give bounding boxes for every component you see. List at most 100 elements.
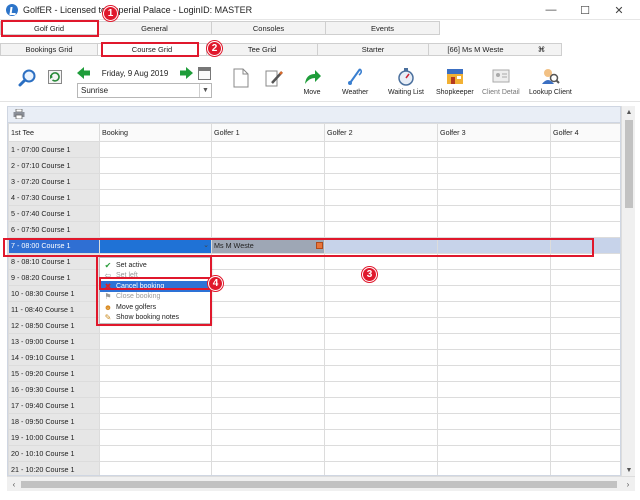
calendar-icon[interactable] bbox=[198, 66, 211, 80]
golfer-4-cell[interactable] bbox=[550, 205, 620, 222]
tee-time-cell[interactable]: 13 - 09:00 Course 1 bbox=[8, 333, 100, 350]
tee-time-cell[interactable]: 17 - 09:40 Course 1 bbox=[8, 397, 100, 414]
booking-cell[interactable] bbox=[99, 173, 212, 190]
context-menu-item-set-active[interactable]: ✔ Set active bbox=[100, 260, 210, 271]
tab-close-icon[interactable]: ⌘ bbox=[522, 43, 562, 56]
column-header-golfer-1[interactable]: Golfer 1 bbox=[211, 123, 325, 142]
golfer-2-cell[interactable] bbox=[324, 429, 438, 446]
golfer-1-cell[interactable] bbox=[211, 157, 325, 174]
golfer-2-cell[interactable] bbox=[324, 237, 438, 254]
golfer-2-cell[interactable] bbox=[324, 461, 438, 475]
golfer-4-cell[interactable] bbox=[550, 189, 620, 206]
grid-row[interactable]: 3 - 07:20 Course 1 bbox=[8, 173, 620, 190]
tee-time-cell[interactable]: 6 - 07:50 Course 1 bbox=[8, 221, 100, 238]
golfer-3-cell[interactable] bbox=[437, 429, 551, 446]
tee-time-cell[interactable]: 15 - 09:20 Course 1 bbox=[8, 365, 100, 382]
tab-starter[interactable]: Starter bbox=[317, 43, 429, 56]
golfer-3-cell[interactable] bbox=[437, 141, 551, 158]
golfer-1-cell[interactable] bbox=[211, 445, 325, 462]
tee-time-cell[interactable]: 7 - 08:00 Course 1 bbox=[8, 237, 100, 254]
tab-course-grid[interactable]: Course Grid bbox=[97, 43, 207, 56]
chevron-down-icon[interactable]: ⌄ bbox=[203, 241, 209, 249]
tab-consoles[interactable]: Consoles bbox=[211, 21, 326, 35]
grid-row[interactable]: 4 - 07:30 Course 1 bbox=[8, 189, 620, 206]
golfer-4-cell[interactable] bbox=[550, 397, 620, 414]
golfer-4-cell[interactable] bbox=[550, 317, 620, 334]
golfer-3-cell[interactable] bbox=[437, 205, 551, 222]
tee-time-cell[interactable]: 5 - 07:40 Course 1 bbox=[8, 205, 100, 222]
minimize-button[interactable]: — bbox=[534, 0, 568, 20]
waiting-list-button[interactable]: Waiting List bbox=[388, 66, 424, 96]
scroll-up-icon[interactable]: ▲ bbox=[622, 106, 636, 118]
horizontal-scrollbar[interactable]: ‹ › bbox=[7, 476, 635, 491]
booking-cell[interactable] bbox=[99, 429, 212, 446]
scroll-left-icon[interactable]: ‹ bbox=[7, 477, 21, 492]
golfer-3-cell[interactable] bbox=[437, 397, 551, 414]
golfer-1-cell[interactable] bbox=[211, 189, 325, 206]
grid-row[interactable]: 13 - 09:00 Course 1 bbox=[8, 333, 620, 350]
golfer-2-cell[interactable] bbox=[324, 205, 438, 222]
booking-cell[interactable] bbox=[99, 349, 212, 366]
booking-cell[interactable] bbox=[99, 445, 212, 462]
golfer-2-cell[interactable] bbox=[324, 365, 438, 382]
golfer-1-cell[interactable] bbox=[211, 221, 325, 238]
golfer-1-cell[interactable] bbox=[211, 397, 325, 414]
maximize-button[interactable]: ☐ bbox=[568, 0, 602, 20]
golfer-1-cell[interactable] bbox=[211, 301, 325, 318]
booking-cell[interactable]: ⌄ bbox=[99, 237, 212, 254]
golfer-4-cell[interactable] bbox=[550, 461, 620, 475]
golfer-2-cell[interactable] bbox=[324, 189, 438, 206]
golfer-4-cell[interactable] bbox=[550, 333, 620, 350]
shopkeeper-button[interactable]: Shopkeeper bbox=[436, 66, 474, 96]
golfer-2-cell[interactable] bbox=[324, 397, 438, 414]
tee-time-cell[interactable]: 2 - 07:10 Course 1 bbox=[8, 157, 100, 174]
grid-row[interactable]: 15 - 09:20 Course 1 bbox=[8, 365, 620, 382]
golfer-1-cell[interactable] bbox=[211, 205, 325, 222]
golfer-1-cell[interactable] bbox=[211, 141, 325, 158]
print-icon[interactable] bbox=[13, 108, 25, 121]
tab-tee-grid[interactable]: Tee Grid bbox=[206, 43, 318, 56]
column-header-golfer-2[interactable]: Golfer 2 bbox=[324, 123, 438, 142]
tee-time-cell[interactable]: 19 - 10:00 Course 1 bbox=[8, 429, 100, 446]
golfer-3-cell[interactable] bbox=[437, 253, 551, 270]
tee-time-cell[interactable]: 21 - 10:20 Course 1 bbox=[8, 461, 100, 475]
golfer-2-cell[interactable] bbox=[324, 301, 438, 318]
golfer-3-cell[interactable] bbox=[437, 173, 551, 190]
golfer-3-cell[interactable] bbox=[437, 381, 551, 398]
search-button[interactable] bbox=[18, 68, 38, 88]
booking-cell[interactable] bbox=[99, 333, 212, 350]
scroll-right-icon[interactable]: › bbox=[621, 477, 635, 492]
booking-cell[interactable] bbox=[99, 141, 212, 158]
tab-general[interactable]: General bbox=[97, 21, 212, 35]
new-booking-button[interactable] bbox=[231, 68, 251, 88]
grid-row[interactable]: 7 - 08:00 Course 1 ⌄ Ms M Weste bbox=[8, 237, 620, 254]
golfer-4-cell[interactable] bbox=[550, 429, 620, 446]
context-menu-item-show-booking-notes[interactable]: ✎ Show booking notes bbox=[100, 313, 210, 324]
grid-row[interactable]: 18 - 09:50 Course 1 bbox=[8, 413, 620, 430]
next-day-icon[interactable] bbox=[179, 67, 193, 79]
golfer-2-cell[interactable] bbox=[324, 413, 438, 430]
context-menu-item-move-golfers[interactable]: ☻ Move golfers bbox=[100, 302, 210, 313]
tab-bookings-grid[interactable]: Bookings Grid bbox=[0, 43, 98, 56]
golfer-1-cell[interactable] bbox=[211, 269, 325, 286]
golfer-4-cell[interactable] bbox=[550, 349, 620, 366]
tee-time-cell[interactable]: 10 - 08:30 Course 1 bbox=[8, 285, 100, 302]
golfer-2-cell[interactable] bbox=[324, 157, 438, 174]
context-menu-item-set-left[interactable]: ⇦ Set left bbox=[100, 271, 210, 282]
golfer-2-cell[interactable] bbox=[324, 349, 438, 366]
column-header-golfer-4[interactable]: Golfer 4 bbox=[550, 123, 620, 142]
golfer-1-cell[interactable] bbox=[211, 381, 325, 398]
golfer-4-cell[interactable] bbox=[550, 157, 620, 174]
tee-time-cell[interactable]: 1 - 07:00 Course 1 bbox=[8, 141, 100, 158]
golfer-1-cell[interactable] bbox=[211, 365, 325, 382]
golfer-2-cell[interactable] bbox=[324, 445, 438, 462]
tee-time-cell[interactable]: 9 - 08:20 Course 1 bbox=[8, 269, 100, 286]
golfer-3-cell[interactable] bbox=[437, 237, 551, 254]
tee-time-cell[interactable]: 11 - 08:40 Course 1 bbox=[8, 301, 100, 318]
golfer-1-cell[interactable] bbox=[211, 333, 325, 350]
booking-cell[interactable] bbox=[99, 365, 212, 382]
vertical-scroll-thumb[interactable] bbox=[625, 120, 633, 208]
grid-row[interactable]: 5 - 07:40 Course 1 bbox=[8, 205, 620, 222]
golfer-1-cell[interactable] bbox=[211, 429, 325, 446]
grid-row[interactable]: 6 - 07:50 Course 1 bbox=[8, 221, 620, 238]
